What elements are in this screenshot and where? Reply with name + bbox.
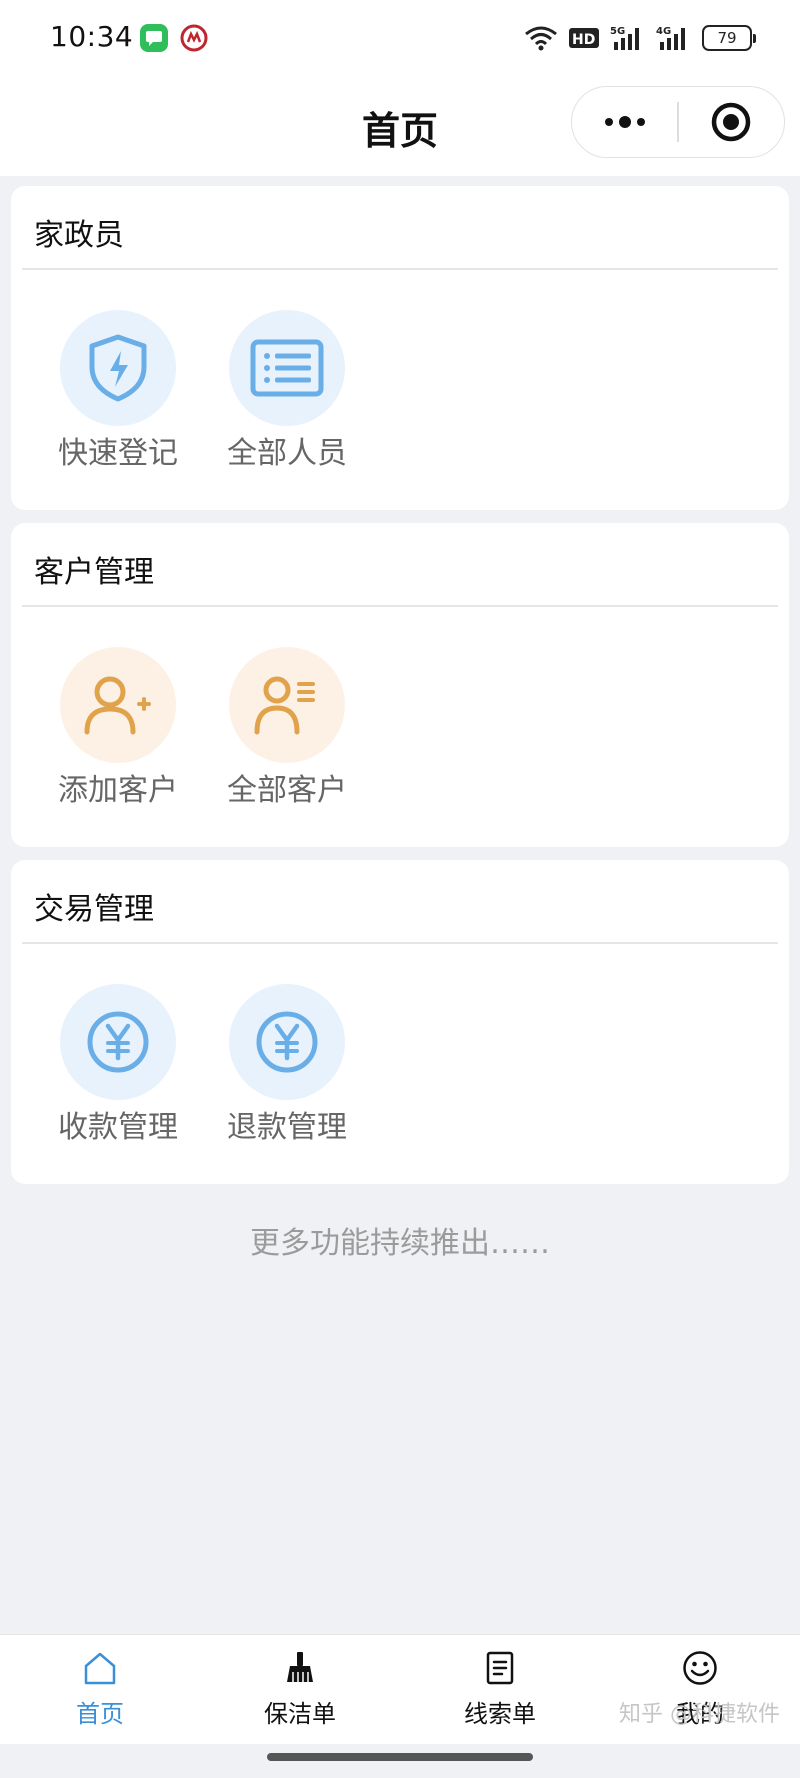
- wifi-icon: [525, 26, 557, 51]
- icon-circle: [60, 647, 176, 763]
- item-label: 添加客户: [58, 773, 178, 808]
- item-label: 退款管理: [227, 1110, 347, 1145]
- section-card-transaction: 交易管理 收款管理 退款管理: [11, 860, 789, 1184]
- tab-cleaning-orders[interactable]: 保洁单: [200, 1635, 400, 1745]
- close-target-icon: [712, 102, 751, 142]
- section-card-housekeeper: 家政员 快速登记 全部人员: [11, 186, 789, 510]
- svg-text:4G: 4G: [656, 26, 671, 37]
- svg-text:5G: 5G: [610, 26, 625, 37]
- item-label: 全部客户: [227, 773, 347, 808]
- section-divider: [22, 268, 778, 270]
- tab-label: 首页: [76, 1700, 124, 1728]
- status-icons: HD 5G 4G 79: [524, 22, 756, 54]
- yen-circle-icon: [87, 1011, 149, 1073]
- shield-bolt-icon: [89, 334, 147, 402]
- navigation-bar: 首页: [0, 76, 800, 176]
- section-title: 客户管理: [34, 555, 154, 590]
- tab-mine[interactable]: 我的: [600, 1635, 800, 1745]
- tab-label: 保洁单: [264, 1700, 336, 1728]
- add-customer-button[interactable]: 添加客户: [33, 647, 203, 808]
- battery-icon: 79: [702, 25, 756, 51]
- icon-circle: [229, 310, 345, 426]
- watermark: 知乎 @科捷软件: [619, 1702, 780, 1727]
- mini-program-capsule: [571, 86, 785, 158]
- list-card-icon: [250, 339, 324, 397]
- item-label: 收款管理: [58, 1110, 178, 1145]
- phone-screen: 10:34 HD 5G 4G 79 首页 家政员 快速登记 全部人员 客户管理 …: [0, 0, 800, 1778]
- broom-icon: [287, 1652, 313, 1682]
- close-button[interactable]: [679, 87, 784, 157]
- section-title: 交易管理: [34, 892, 154, 927]
- user-add-icon: [84, 676, 151, 735]
- home-indicator[interactable]: [267, 1753, 533, 1761]
- section-divider: [22, 942, 778, 944]
- tab-leads[interactable]: 线索单: [400, 1635, 600, 1745]
- battery-level: 79: [717, 29, 737, 47]
- more-button[interactable]: [572, 87, 677, 157]
- signal-5g-icon: 5G: [610, 26, 639, 50]
- user-list-icon: [254, 676, 315, 735]
- quick-register-button[interactable]: 快速登记: [33, 310, 203, 471]
- section-divider: [22, 605, 778, 607]
- more-features-note: 更多功能持续推出……: [250, 1226, 550, 1261]
- svg-text:HD: HD: [572, 32, 595, 48]
- all-staff-button[interactable]: 全部人员: [202, 310, 372, 471]
- home-icon: [84, 1652, 116, 1685]
- document-icon: [486, 1651, 514, 1685]
- icon-circle: [60, 310, 176, 426]
- signal-4g-icon: 4G: [656, 26, 685, 50]
- all-customers-button[interactable]: 全部客户: [202, 647, 372, 808]
- payment-management-button[interactable]: 收款管理: [33, 984, 203, 1145]
- hd-icon: HD: [569, 28, 599, 48]
- icon-circle: [229, 647, 345, 763]
- refund-management-button[interactable]: 退款管理: [202, 984, 372, 1145]
- tab-label: 线索单: [464, 1700, 536, 1728]
- tab-home[interactable]: 首页: [0, 1635, 200, 1745]
- section-title: 家政员: [34, 218, 124, 253]
- status-time: 10:34: [50, 20, 134, 53]
- item-label: 全部人员: [227, 436, 347, 471]
- bank-app-icon: [180, 24, 208, 52]
- icon-circle: [229, 984, 345, 1100]
- icon-circle: [60, 984, 176, 1100]
- section-card-customer: 客户管理 添加客户 全部客户: [11, 523, 789, 847]
- smiley-icon: [683, 1651, 717, 1685]
- message-app-icon: [140, 24, 168, 52]
- item-label: 快速登记: [58, 436, 178, 471]
- status-bar: 10:34 HD 5G 4G 79: [0, 0, 800, 76]
- more-dots-icon: [604, 116, 645, 128]
- yen-circle-icon: [256, 1011, 318, 1073]
